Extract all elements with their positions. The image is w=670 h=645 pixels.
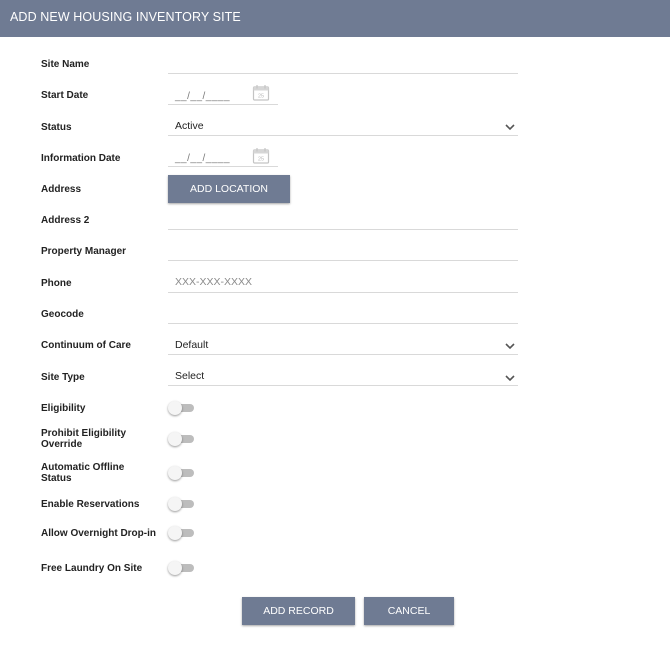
eligibility-label: Eligibility: [41, 403, 86, 414]
continuum-of-care-select[interactable]: [168, 336, 518, 355]
automatic-offline-status-label: Automatic Offline Status: [41, 462, 125, 484]
prohibit-eligibility-override-label: Prohibit Eligibility Override: [41, 428, 126, 450]
phone-label: Phone: [41, 278, 72, 289]
calendar-icon[interactable]: 25: [252, 84, 270, 102]
continuum-of-care-value: Default: [175, 339, 209, 351]
chevron-down-icon[interactable]: [505, 375, 515, 382]
allow-overnight-dropin-label: Allow Overnight Drop-in: [41, 528, 156, 539]
property-manager-label: Property Manager: [41, 246, 127, 257]
phone-placeholder: XXX-XXX-XXXX: [175, 276, 253, 288]
dialog-title: ADD NEW HOUSING INVENTORY SITE: [10, 10, 241, 24]
information-date-input[interactable]: __/__/____: [175, 153, 230, 164]
continuum-of-care-label: Continuum of Care: [41, 340, 131, 351]
status-label: Status: [41, 122, 72, 133]
enable-reservations-toggle[interactable]: [168, 497, 194, 511]
start-date-input[interactable]: __/__/____: [175, 91, 230, 102]
eligibility-toggle[interactable]: [168, 401, 194, 415]
svg-text:25: 25: [258, 157, 264, 163]
site-name-input[interactable]: [168, 54, 518, 74]
site-type-select[interactable]: [168, 367, 518, 386]
status-select[interactable]: [168, 117, 518, 136]
svg-text:25: 25: [258, 94, 264, 100]
allow-overnight-dropin-toggle[interactable]: [168, 526, 194, 540]
information-date-label: Information Date: [41, 153, 121, 164]
status-value: Active: [175, 120, 204, 132]
address-2-label: Address 2: [41, 215, 90, 226]
free-laundry-on-site-label: Free Laundry On Site: [41, 563, 143, 574]
chevron-down-icon[interactable]: [505, 343, 515, 350]
address-2-input[interactable]: [168, 210, 518, 230]
property-manager-input[interactable]: [168, 241, 518, 261]
cancel-button[interactable]: CANCEL: [364, 597, 454, 625]
calendar-icon[interactable]: 25: [252, 147, 270, 165]
address-label: Address: [41, 184, 82, 195]
enable-reservations-label: Enable Reservations: [41, 499, 140, 510]
prohibit-eligibility-override-toggle[interactable]: [168, 432, 194, 446]
geocode-label: Geocode: [41, 309, 84, 320]
chevron-down-icon[interactable]: [505, 124, 515, 131]
free-laundry-on-site-toggle[interactable]: [168, 561, 194, 575]
add-location-button[interactable]: ADD LOCATION: [168, 175, 290, 203]
automatic-offline-status-toggle[interactable]: [168, 466, 194, 480]
add-record-button[interactable]: ADD RECORD: [242, 597, 355, 625]
site-type-label: Site Type: [41, 372, 85, 383]
site-name-label: Site Name: [41, 59, 90, 70]
start-date-underline: [168, 104, 278, 105]
dialog-header: ADD NEW HOUSING INVENTORY SITE: [0, 0, 670, 37]
information-date-underline: [168, 166, 278, 167]
geocode-input[interactable]: [168, 304, 518, 324]
start-date-label: Start Date: [41, 90, 89, 101]
site-type-value: Select: [175, 370, 205, 382]
